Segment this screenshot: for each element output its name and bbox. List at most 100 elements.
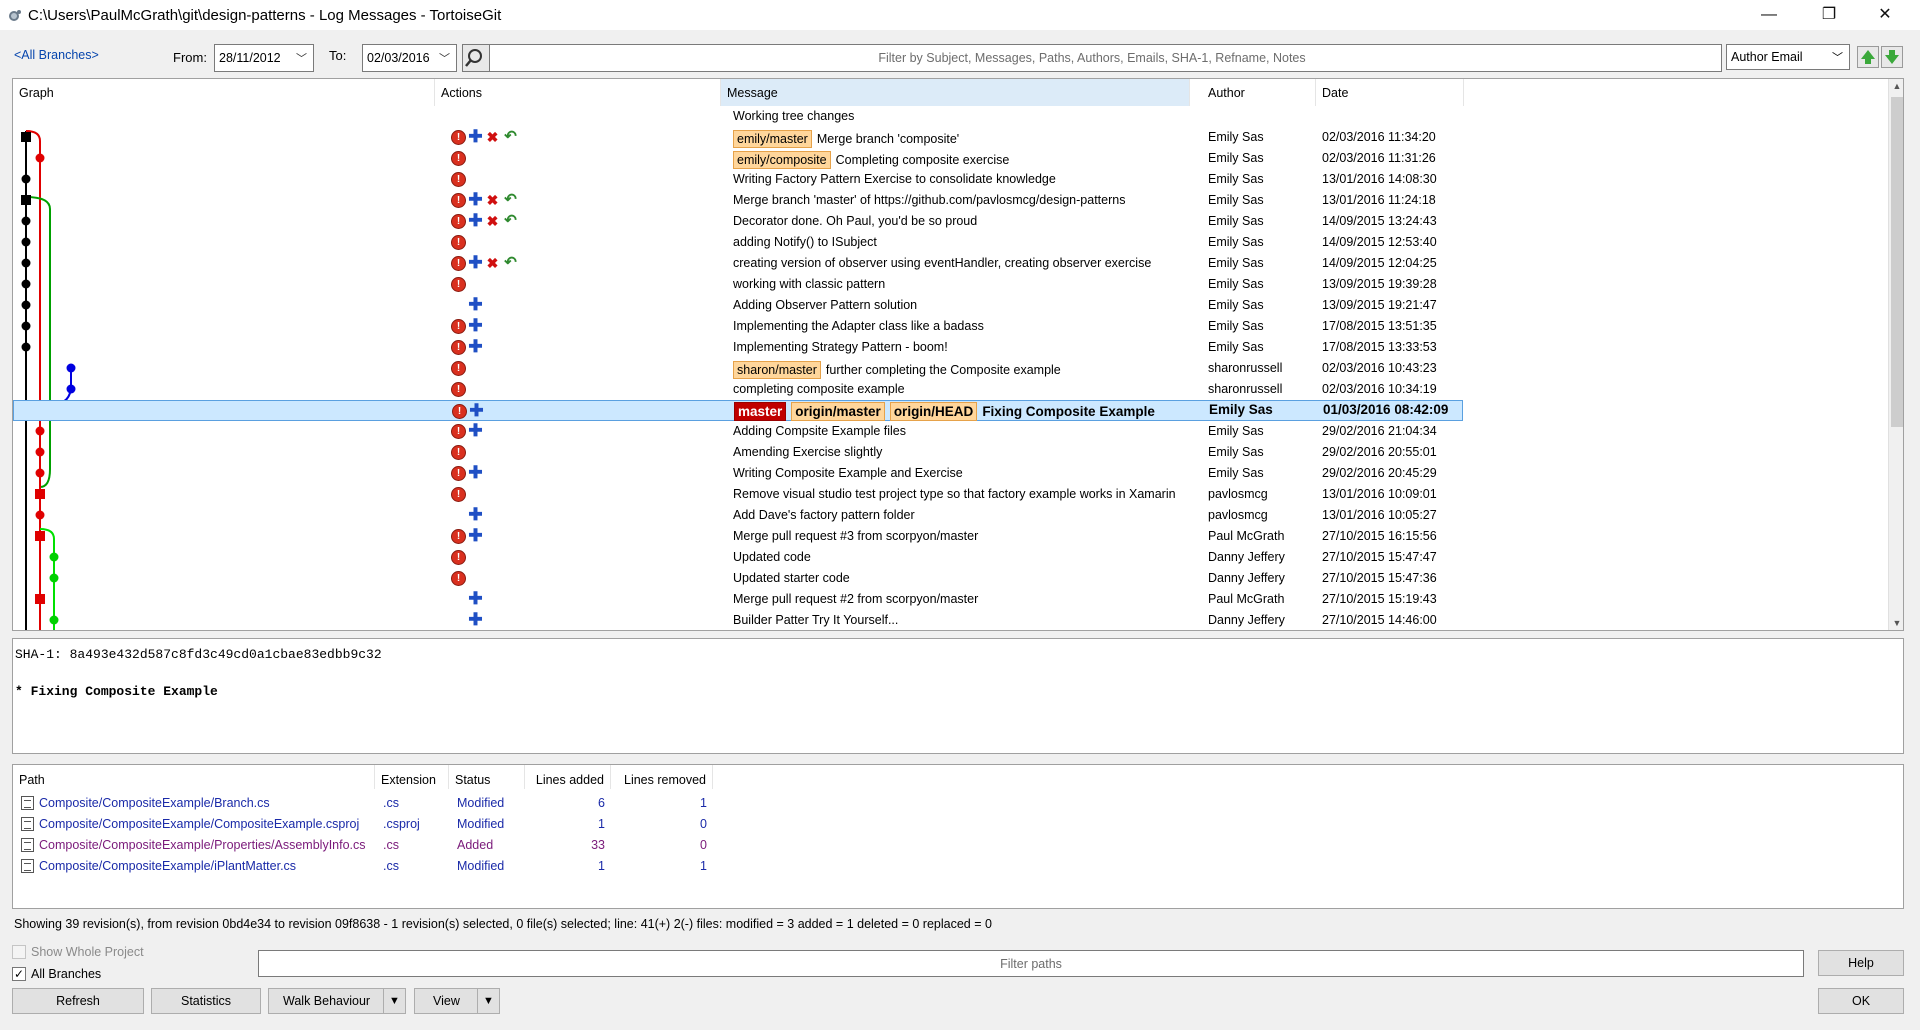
log-row[interactable]: ! ✚ ✖ ↶ Merge branch 'master' of https://git… [13,190,1463,211]
log-row[interactable]: ! ✚ master origin/master origin/HEAD Fixing C… [13,400,1463,421]
log-row[interactable]: ! ✚ Implementing Strategy Pattern - boom! E… [13,337,1463,358]
newer-button[interactable] [1857,46,1879,68]
renamed-icon: ↶ [504,128,517,145]
log-message: Merge pull request #3 from scorpyon/mast… [733,529,978,543]
renamed-icon: ↶ [504,212,517,229]
log-message: Add Dave's factory pattern folder [733,508,915,522]
scroll-up-icon[interactable]: ▲ [1889,81,1903,91]
log-list[interactable]: Graph Actions Message Author Date Workin… [12,78,1904,631]
older-button[interactable] [1881,46,1903,68]
log-row[interactable]: ✚ Adding Observer Pattern solution Emily S… [13,295,1463,316]
log-row[interactable]: ! working with classic pattern Emily Sas 13… [13,274,1463,295]
log-row[interactable]: ! emily/composite Completing composite exe… [13,148,1463,169]
added-icon: ✚ [468,421,483,440]
caret-down-icon[interactable]: ▼ [477,989,499,1013]
log-row[interactable]: ! ✚ ✖ ↶ creating version of observer using e… [13,253,1463,274]
log-message: emily/master Merge branch 'composite' [733,130,959,148]
log-row[interactable]: ! Updated starter code Danny Jeffery 27/10/… [13,568,1463,589]
log-message-text: Writing Composite Example and Exercise [733,466,963,480]
log-message: Merge pull request #2 from scorpyon/mast… [733,592,978,606]
file-path: Composite/CompositeExample/Branch.cs [39,796,270,810]
log-row[interactable]: ! ✚ ✖ ↶ Decorator done. Oh Paul, you'd be so… [13,211,1463,232]
added-icon: ✚ [468,295,483,314]
refresh-button[interactable]: Refresh [12,988,144,1014]
scrollbar-thumb[interactable] [1891,97,1903,427]
filter-search-button[interactable] [462,44,490,72]
caret-down-icon[interactable]: ▼ [383,989,405,1013]
commit-detail[interactable]: SHA-1: 8a493e432d587c8fd3c49cd0a1cbae83e… [12,638,1904,754]
added-icon: ✚ [468,526,483,545]
scroll-down-icon[interactable]: ▼ [1889,618,1903,628]
file-row[interactable]: Composite/CompositeExample/Branch.cs .cs M… [13,793,713,814]
conflict-icon: ! [451,445,466,460]
log-row[interactable]: Working tree changes [13,106,1463,127]
log-row[interactable]: ! adding Notify() to ISubject Emily Sas 14/… [13,232,1463,253]
close-button[interactable]: ✕ [1862,0,1908,30]
file-extension: .cs [383,796,399,810]
log-row[interactable]: ! Updated code Danny Jeffery 27/10/2015 15:… [13,547,1463,568]
log-scrollbar[interactable]: ▲ ▼ [1888,79,1903,630]
restore-button[interactable]: ❐ [1806,0,1852,30]
file-lines-added: 1 [598,817,605,831]
all-branches-checkbox[interactable]: ✓ [12,967,26,981]
log-row[interactable]: ! ✚ Implementing the Adapter class like a … [13,316,1463,337]
ok-button[interactable]: OK [1818,988,1904,1014]
filter-paths-input[interactable]: Filter paths [258,950,1804,977]
filter-field-select[interactable]: Author Email ﹀ [1726,44,1850,70]
log-message-text: Updated starter code [733,571,850,585]
log-row[interactable]: ! ✚ ✖ ↶ emily/master Merge branch 'composite'… [13,127,1463,148]
conflict-icon: ! [451,130,466,145]
log-author: Danny Jeffery [1208,550,1285,564]
log-row[interactable]: ✚ Builder Patter Try It Yourself... Danny … [13,610,1463,630]
file-lines-removed: 1 [700,796,707,810]
log-author: Emily Sas [1208,340,1264,354]
branch-tag: emily/composite [733,151,831,169]
help-button[interactable]: Help [1818,950,1904,976]
log-message-text: Fixing Composite Example [982,404,1155,419]
log-row[interactable]: ! completing composite example sharonrusse… [13,379,1463,400]
log-message: sharon/master further completing the Comp… [733,361,1061,379]
log-message: Writing Factory Pattern Exercise to cons… [733,172,1056,186]
show-whole-project-checkbox[interactable] [12,945,26,959]
view-button[interactable]: View ▼ [414,988,500,1014]
log-row[interactable]: ! ✚ Merge pull request #3 from scorpyon/ma… [13,526,1463,547]
column-path[interactable]: Path [13,765,375,789]
column-lines-added[interactable]: Lines added [525,765,611,789]
from-date-picker[interactable]: 28/11/2012 ﹀ [214,44,314,72]
file-extension: .cs [383,859,399,873]
log-row[interactable]: ! Amending Exercise slightly Emily Sas 29/0… [13,442,1463,463]
log-row[interactable]: ! ✚ Writing Composite Example and Exercise… [13,463,1463,484]
column-extension[interactable]: Extension [375,765,449,789]
log-message: Implementing the Adapter class like a ba… [733,319,984,333]
to-date-picker[interactable]: 02/03/2016 ﹀ [362,44,457,72]
log-row[interactable]: ! Remove visual studio test project type … [13,484,1463,505]
walk-behaviour-button[interactable]: Walk Behaviour ▼ [268,988,406,1014]
log-row[interactable]: ✚ Add Dave's factory pattern folder pavlos… [13,505,1463,526]
added-icon: ✚ [468,190,483,209]
log-date: 13/09/2015 19:39:28 [1322,277,1437,291]
log-row[interactable]: ! ✚ Adding Compsite Example files Emily Sas… [13,421,1463,442]
statistics-button[interactable]: Statistics [151,988,261,1014]
log-date: 13/01/2016 10:09:01 [1322,487,1437,501]
log-date: 13/01/2016 11:24:18 [1322,193,1436,207]
log-message-text: Add Dave's factory pattern folder [733,508,915,522]
file-row[interactable]: Composite/CompositeExample/CompositeExam… [13,814,713,835]
window-title: C:\Users\PaulMcGrath\git\design-patterns… [28,7,502,24]
log-message: Updated code [733,550,811,564]
column-status[interactable]: Status [449,765,525,789]
file-row[interactable]: Composite/CompositeExample/Properties/As… [13,835,713,856]
deleted-icon: ✖ [486,129,499,145]
changed-files-list[interactable]: Path Extension Status Lines added Lines … [12,764,1904,909]
file-row[interactable]: Composite/CompositeExample/iPlantMatter.… [13,856,713,877]
log-row[interactable]: ! sharon/master further completing the Com… [13,358,1463,379]
log-message: emily/composite Completing composite exer… [733,151,1009,169]
log-row[interactable]: ! Writing Factory Pattern Exercise to con… [13,169,1463,190]
column-lines-removed[interactable]: Lines removed [611,765,713,789]
all-branches-link[interactable]: <All Branches> [14,48,99,62]
log-date: 02/03/2016 10:43:23 [1322,361,1437,375]
log-date: 27/10/2015 14:46:00 [1322,613,1437,627]
log-row[interactable]: ✚ Merge pull request #2 from scorpyon/mas… [13,589,1463,610]
minimize-button[interactable]: — [1746,0,1792,30]
filter-input[interactable]: Filter by Subject, Messages, Paths, Auth… [462,44,1722,72]
log-date: 29/02/2016 21:04:34 [1322,424,1437,438]
